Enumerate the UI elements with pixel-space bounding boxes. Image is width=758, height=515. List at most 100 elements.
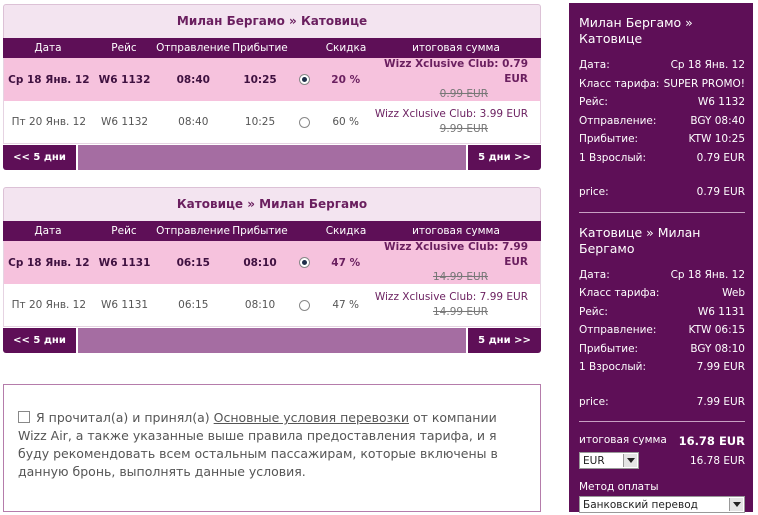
row-departure: 08:40 [176, 73, 210, 86]
row-old-price: 9.99 EUR [439, 123, 489, 135]
table-row[interactable]: Ср 18 Янв. 12 W6 1132 08:40 10:25 20 % W… [3, 58, 541, 101]
return-table-header: Дата Рейс Отправление Прибытие Скидка ит… [3, 221, 541, 241]
col-arrival: Прибытие [232, 225, 288, 237]
fare-radio[interactable] [299, 299, 311, 311]
summary-key: 1 Взрослый: [579, 361, 647, 373]
summary-price-row: price: 7.99 EUR [579, 393, 745, 412]
outbound-route-title: Милан Бергамо » Катовице [3, 4, 541, 38]
col-arrival: Прибытие [232, 42, 288, 54]
row-departure: 06:15 [178, 299, 209, 311]
summary-value: W6 1131 [697, 305, 745, 318]
row-date: Ср 18 Янв. 12 [8, 256, 90, 269]
outbound-pager: << 5 дни 5 дни >> [3, 145, 541, 170]
summary-key: 1 Взрослый: [579, 151, 647, 164]
summary-key: Дата: [579, 268, 610, 281]
fare-radio[interactable] [299, 116, 311, 128]
summary-row: Дата: Ср 18 Янв. 12 [579, 266, 745, 285]
row-discount: 47 % [331, 256, 361, 269]
summary-key: Класс тарифа: [579, 77, 660, 90]
row-departure: 06:15 [176, 256, 210, 269]
chevron-down-icon[interactable] [729, 498, 743, 511]
summary-value: 7.99 EUR [696, 361, 745, 373]
price-label: price: [579, 395, 609, 408]
chevron-down-icon[interactable] [623, 454, 637, 467]
row-price: Wizz Xclusive Club: 0.79 EUR [384, 58, 529, 85]
summary-value: Ср 18 Янв. 12 [670, 59, 745, 71]
summary-out-title: Милан Бергамо » Катовице [579, 15, 693, 46]
currency-value: EUR [583, 454, 605, 467]
row-flight: W6 1131 [98, 256, 151, 269]
terms-checkbox[interactable] [18, 411, 30, 423]
summary-key: Прибытие: [579, 342, 639, 355]
row-old-price: 0.99 EUR [439, 88, 489, 100]
total-label: итоговая сумма [579, 434, 667, 446]
summary-row: Рейс: W6 1131 [579, 303, 745, 322]
summary-row: Отправление: KTW 06:15 [579, 321, 745, 340]
currency-select[interactable]: EUR [579, 452, 639, 469]
table-row[interactable]: Пт 20 Янв. 12 W6 1131 06:15 08:10 47 % W… [3, 284, 541, 327]
terms-link[interactable]: Основные условия перевозки [214, 410, 409, 425]
row-discount: 60 % [332, 116, 360, 128]
fare-radio[interactable] [299, 257, 311, 268]
summary-key: Отправление: [579, 114, 657, 127]
row-discount: 47 % [332, 299, 360, 311]
row-price: Wizz Xclusive Club: 7.99 EUR [384, 241, 529, 268]
currency-row: EUR 16.78 EUR [579, 452, 745, 469]
return-pager: << 5 дни 5 дни >> [3, 328, 541, 353]
payment-method-select[interactable]: Банковский перевод [579, 496, 745, 513]
row-arrival: 10:25 [244, 116, 276, 128]
summary-value: Web [722, 287, 745, 299]
row-date: Ср 18 Янв. 12 [8, 73, 90, 86]
summary-value: W6 1132 [697, 96, 745, 108]
summary-row: 1 Взрослый: 0.79 EUR [579, 149, 745, 168]
total-value: 16.78 EUR [678, 434, 745, 448]
summary-value: BGY 08:10 [690, 342, 745, 355]
col-departure: Отправление [156, 225, 230, 237]
terms-text: Я прочитал(а) и принял(а) Основные услов… [18, 409, 526, 481]
summary-key: Дата: [579, 59, 610, 71]
row-date: Пт 20 Янв. 12 [11, 116, 87, 128]
row-flight: W6 1132 [100, 116, 149, 128]
summary-row: 1 Взрослый: 7.99 EUR [579, 358, 745, 377]
summary-row: Класс тарифа: Web [579, 284, 745, 303]
summary-value: SUPER PROMO! [663, 77, 745, 90]
summary-key: Прибытие: [579, 133, 639, 145]
row-old-price: 14.99 EUR [433, 306, 489, 318]
row-arrival: 10:25 [243, 73, 277, 86]
summary-row: Дата: Ср 18 Янв. 12 [579, 56, 745, 75]
price-label: price: [579, 186, 609, 198]
return-flight-panel: Катовице » Милан Бергамо Дата Рейс Отпра… [3, 187, 541, 353]
pager-bar [78, 328, 466, 353]
payment-method-label: Метод оплаты [579, 481, 659, 493]
prev-days-button[interactable]: << 5 дни [3, 145, 76, 170]
row-old-price: 14.99 EUR [433, 271, 489, 283]
summary-price-row: price: 0.79 EUR [579, 183, 745, 202]
col-date: Дата [34, 225, 62, 237]
total-converted: 16.78 EUR [689, 454, 745, 467]
summary-key: Рейс: [579, 96, 608, 108]
booking-summary-sidebar: Милан Бергамо » Катовице Дата: Ср 18 Янв.… [569, 3, 753, 513]
col-total: итоговая сумма [412, 41, 500, 54]
row-flight: W6 1132 [98, 73, 151, 86]
row-arrival: 08:10 [244, 299, 276, 311]
row-arrival: 08:10 [243, 256, 277, 269]
summary-value: Ср 18 Янв. 12 [670, 268, 745, 281]
next-days-button[interactable]: 5 дни >> [468, 145, 541, 170]
prev-days-button[interactable]: << 5 дни [3, 328, 76, 353]
divider [579, 211, 745, 213]
table-row[interactable]: Пт 20 Янв. 12 W6 1132 08:40 10:25 60 % W… [3, 101, 541, 144]
terms-text-before: Я прочитал(а) и принял(а) [36, 410, 214, 425]
table-row[interactable]: Ср 18 Янв. 12 W6 1131 06:15 08:10 47 % W… [3, 241, 541, 284]
summary-value: KTW 06:15 [688, 324, 745, 336]
row-flight: W6 1131 [100, 299, 149, 311]
outbound-table-header: Дата Рейс Отправление Прибытие Скидка ит… [3, 38, 541, 58]
summary-ret-title: Катовице » Милан Бергамо [579, 224, 701, 256]
pager-bar [78, 145, 466, 170]
total-row: итоговая сумма 16.78 EUR [579, 434, 745, 448]
next-days-button[interactable]: 5 дни >> [468, 328, 541, 353]
row-discount: 20 % [331, 73, 361, 86]
col-flight: Рейс [111, 42, 137, 54]
summary-row: Прибытие: KTW 10:25 [579, 130, 745, 149]
summary-row: Отправление: BGY 08:40 [579, 112, 745, 131]
fare-radio[interactable] [299, 74, 311, 85]
